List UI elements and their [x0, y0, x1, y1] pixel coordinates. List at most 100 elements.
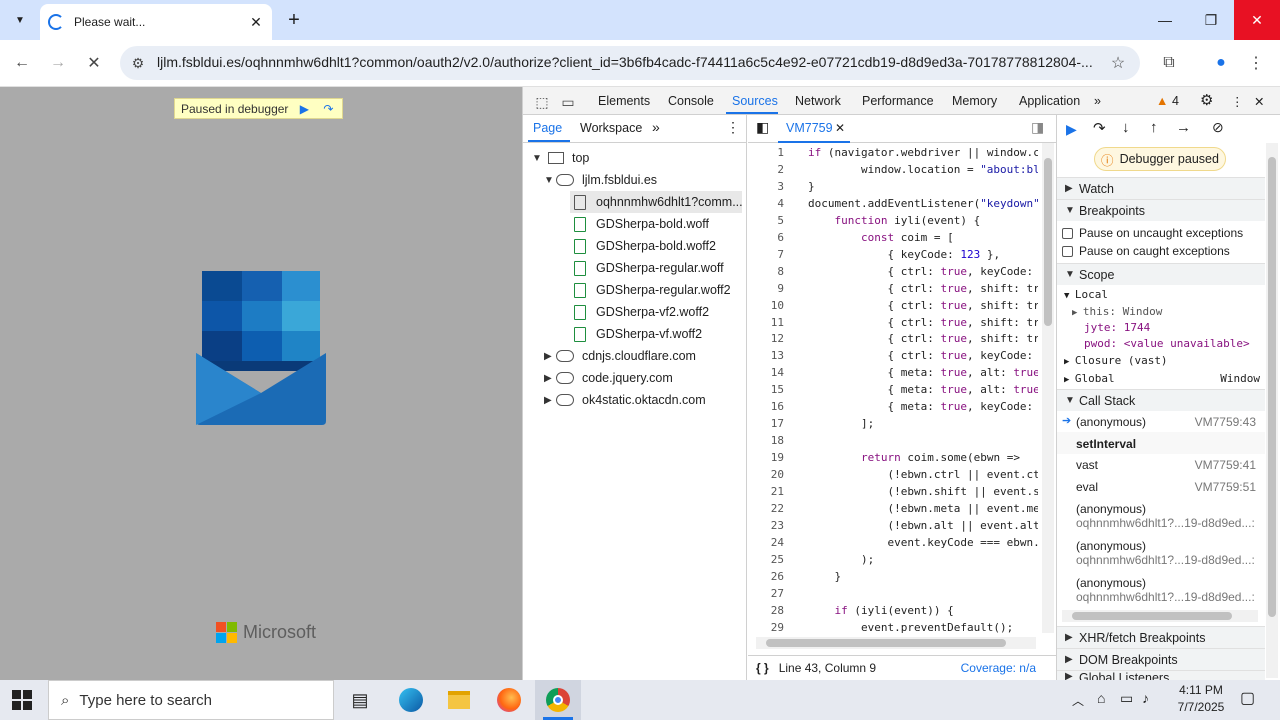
- code-line[interactable]: if (iyli(event)) {: [808, 604, 1038, 617]
- step-into-icon[interactable]: ↓: [1122, 119, 1130, 136]
- line-number[interactable]: 8: [748, 265, 784, 278]
- deactivate-breakpoints-icon[interactable]: ⊘: [1212, 119, 1224, 136]
- line-number[interactable]: 14: [748, 366, 784, 379]
- line-number[interactable]: 21: [748, 485, 784, 498]
- scope-closure[interactable]: ▶ Closure (vast): [1064, 354, 1168, 367]
- line-number[interactable]: 25: [748, 553, 784, 566]
- section-scope[interactable]: ▼ Scope: [1057, 263, 1265, 285]
- code-line[interactable]: event.keyCode === ebwn.: [808, 536, 1038, 549]
- editor-vscroll-thumb[interactable]: [1044, 158, 1052, 326]
- tab-memory[interactable]: Memory: [952, 94, 997, 108]
- line-number[interactable]: 6: [748, 231, 784, 244]
- battery-icon[interactable]: ▭: [1120, 690, 1133, 707]
- scope-local[interactable]: ▼ Local: [1064, 288, 1108, 301]
- chrome-icon[interactable]: [542, 684, 574, 716]
- line-number[interactable]: 11: [748, 316, 784, 329]
- line-number[interactable]: 16: [748, 400, 784, 413]
- settings-gear-icon[interactable]: ⚙: [1200, 91, 1213, 109]
- code-line[interactable]: { meta: true, alt: true: [808, 366, 1038, 379]
- bookmark-star-icon[interactable]: ☆: [1104, 49, 1132, 77]
- device-toolbar-icon[interactable]: ▭: [554, 88, 582, 116]
- code-line[interactable]: return coim.some(ebwn =>: [808, 451, 1038, 464]
- code-line[interactable]: event.preventDefault();: [808, 621, 1038, 634]
- tab-console[interactable]: Console: [668, 94, 714, 108]
- step-over-icon[interactable]: ↷: [1093, 119, 1106, 137]
- more-tabs-icon[interactable]: »: [1094, 94, 1101, 108]
- more-nav-tabs-icon[interactable]: »: [652, 119, 660, 135]
- sidebar-vscroll-thumb[interactable]: [1268, 157, 1276, 617]
- toggle-navigator-icon[interactable]: ◧: [756, 119, 769, 136]
- line-number[interactable]: 2: [748, 163, 784, 176]
- line-number[interactable]: 24: [748, 536, 784, 549]
- code-line[interactable]: { ctrl: true, keyCode:: [808, 349, 1038, 362]
- call-frame[interactable]: (anonymous) oqhnnmhw6dhlt1?...19-d8d9ed..…: [1076, 576, 1262, 604]
- line-number[interactable]: 22: [748, 502, 784, 515]
- call-frame[interactable]: (anonymous) VM7759:43: [1076, 415, 1256, 429]
- line-number[interactable]: 28: [748, 604, 784, 617]
- tree-top[interactable]: ▼ top: [532, 148, 589, 168]
- section-xhr-breakpoints[interactable]: ▶ XHR/fetch Breakpoints: [1057, 626, 1265, 648]
- site-info-icon[interactable]: ⚙: [124, 49, 152, 77]
- sidebar-hscroll-thumb[interactable]: [1072, 612, 1232, 620]
- warning-count[interactable]: 4: [1172, 94, 1179, 108]
- code-line[interactable]: { ctrl: true, shift: tr: [808, 282, 1038, 295]
- tree-domain[interactable]: ▶ ok4static.oktacdn.com: [544, 390, 706, 410]
- code-line[interactable]: { keyCode: 123 },: [808, 248, 1038, 261]
- code-line[interactable]: document.addEventListener("keydown": [808, 197, 1038, 210]
- code-line[interactable]: { ctrl: true, shift: tr: [808, 332, 1038, 345]
- devtools-menu-icon[interactable]: ⋮: [1231, 94, 1244, 109]
- call-frame[interactable]: eval VM7759:51: [1076, 480, 1256, 494]
- code-line[interactable]: { meta: true, alt: true: [808, 383, 1038, 396]
- call-frame[interactable]: vast VM7759:41: [1076, 458, 1256, 472]
- code-line[interactable]: }: [808, 180, 1038, 193]
- editor-hscroll-thumb[interactable]: [766, 639, 1006, 647]
- tree-file[interactable]: GDSherpa-bold.woff: [574, 214, 709, 234]
- line-number[interactable]: 5: [748, 214, 784, 227]
- resume-icon[interactable]: ▶: [1066, 121, 1077, 138]
- code-line[interactable]: (!ebwn.meta || event.me: [808, 502, 1038, 515]
- checkbox[interactable]: [1062, 245, 1073, 257]
- code-line[interactable]: const coim = [: [808, 231, 1038, 244]
- network-icon[interactable]: ⌂: [1097, 690, 1105, 706]
- notifications-icon[interactable]: ▢: [1240, 688, 1255, 708]
- pretty-print-icon[interactable]: { }: [756, 661, 769, 675]
- code-line[interactable]: (!ebwn.alt || event.alt: [808, 519, 1038, 532]
- line-number[interactable]: 15: [748, 383, 784, 396]
- coverage-label[interactable]: Coverage: n/a: [961, 661, 1036, 675]
- warning-icon[interactable]: ▲: [1156, 94, 1168, 108]
- forward-arrow-icon[interactable]: →: [44, 49, 72, 77]
- tree-domain[interactable]: ▶ cdnjs.cloudflare.com: [544, 346, 696, 366]
- line-number[interactable]: 13: [748, 349, 784, 362]
- tree-domain[interactable]: ▼ ljlm.fsbldui.es: [544, 170, 657, 190]
- taskbar-search-box[interactable]: ⌕ Type here to search: [48, 680, 334, 720]
- code-line[interactable]: window.location = "about:bl: [808, 163, 1038, 176]
- task-view-icon[interactable]: ▤: [344, 684, 376, 716]
- line-number[interactable]: 19: [748, 451, 784, 464]
- code-line[interactable]: ];: [808, 417, 1038, 430]
- code-line[interactable]: }: [808, 570, 1038, 583]
- line-number[interactable]: 29: [748, 621, 784, 634]
- checkbox[interactable]: [1062, 227, 1073, 239]
- section-call-stack[interactable]: ▼ Call Stack: [1057, 389, 1265, 411]
- nav-tab-page[interactable]: Page: [533, 121, 562, 135]
- tab-sources[interactable]: Sources: [732, 94, 778, 108]
- code-line[interactable]: { meta: true, keyCode:: [808, 400, 1038, 413]
- line-number[interactable]: 26: [748, 570, 784, 583]
- tab-performance[interactable]: Performance: [862, 94, 934, 108]
- close-editor-tab-icon[interactable]: ✕: [835, 121, 845, 135]
- restore-button[interactable]: ❐: [1188, 0, 1234, 40]
- line-number[interactable]: 12: [748, 332, 784, 345]
- line-number[interactable]: 20: [748, 468, 784, 481]
- close-devtools-icon[interactable]: ✕: [1254, 94, 1264, 109]
- line-number[interactable]: 23: [748, 519, 784, 532]
- line-number[interactable]: 4: [748, 197, 784, 210]
- clock-time[interactable]: 4:11 PM: [1170, 683, 1232, 697]
- editor-tab-label[interactable]: VM7759: [786, 121, 833, 135]
- url-text[interactable]: ljlm.fsbldui.es/oqhnnmhw6dhlt1?common/oa…: [157, 54, 1097, 72]
- stop-loading-icon[interactable]: ✕: [80, 49, 108, 77]
- inspect-element-icon[interactable]: ⬚: [528, 88, 556, 116]
- navigator-menu-icon[interactable]: ⋮: [726, 119, 740, 136]
- line-number[interactable]: 17: [748, 417, 784, 430]
- tab-application[interactable]: Application: [1019, 94, 1080, 108]
- tab-search-button[interactable]: ▼: [8, 8, 32, 32]
